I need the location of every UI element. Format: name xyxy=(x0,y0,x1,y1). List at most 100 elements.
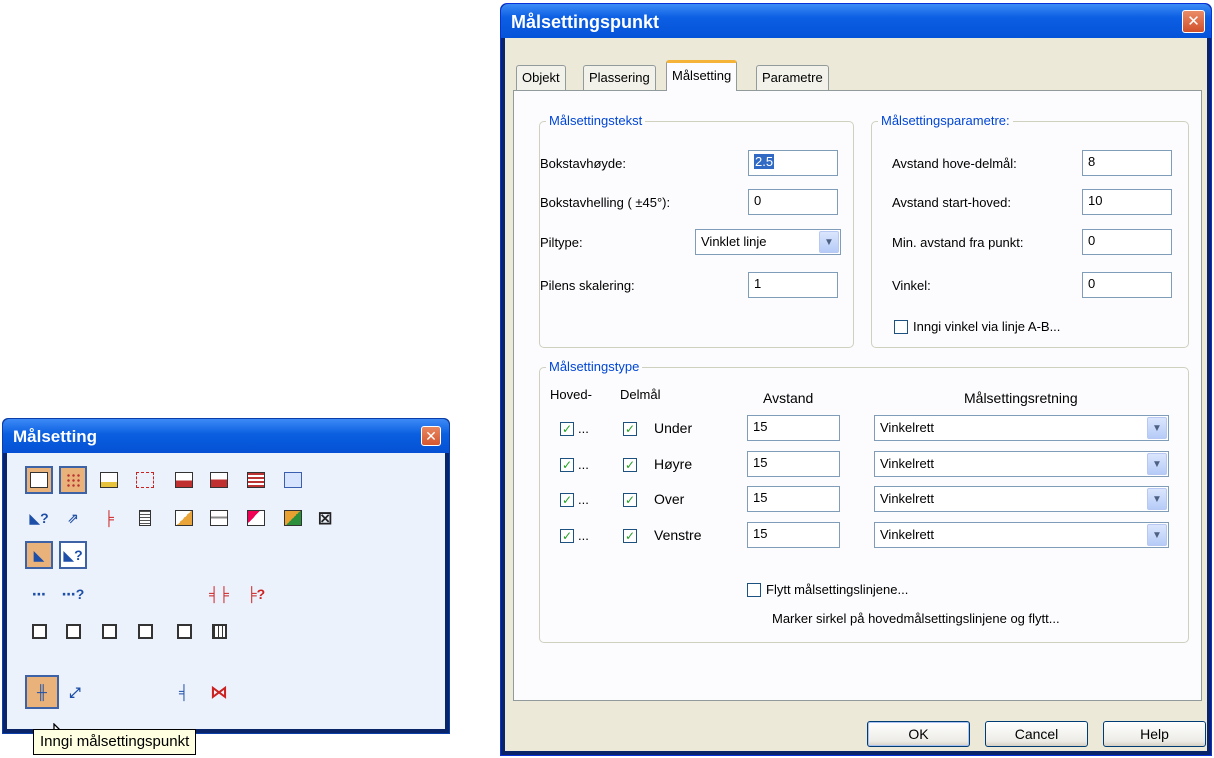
dialog-title-text: Målsettingspunkt xyxy=(511,12,660,32)
dimension-point-dialog: Målsettingspunkt ✕ Objekt Plassering Mål… xyxy=(500,3,1212,756)
main-left-checkbox[interactable]: ✓ xyxy=(560,529,574,543)
distance-right-input[interactable]: 15 xyxy=(747,451,840,477)
main-sub-distance-input[interactable]: 8 xyxy=(1082,150,1172,176)
min-distance-label: Min. avstand fra punkt: xyxy=(892,235,1024,250)
start-main-distance-input[interactable]: 10 xyxy=(1082,189,1172,215)
chevron-down-icon[interactable]: ▼ xyxy=(1147,524,1167,546)
dialog-close-button[interactable]: ✕ xyxy=(1182,10,1205,33)
side-left-label: Venstre xyxy=(654,527,702,543)
ok-button[interactable]: OK xyxy=(867,721,970,747)
dimension-list-icon[interactable] xyxy=(131,504,159,532)
tab-objekt[interactable]: Objekt xyxy=(516,65,566,90)
main-under-checkbox[interactable]: ✓ xyxy=(560,422,574,436)
direction-over-select[interactable]: Vinkelrett ▼ xyxy=(874,486,1169,512)
dimension-dashed-icon[interactable] xyxy=(131,466,159,494)
min-distance-input[interactable]: 0 xyxy=(1082,229,1172,255)
tab-malsetting[interactable]: Målsetting xyxy=(666,60,738,91)
main-left-ellipsis: ... xyxy=(578,528,589,543)
move-lines-checkbox[interactable] xyxy=(747,583,761,597)
dimension-red-bar-2-icon[interactable] xyxy=(205,466,233,494)
dimension-measure-icon[interactable]: ╡ xyxy=(170,678,198,706)
chevron-down-icon[interactable]: ▼ xyxy=(1147,453,1167,475)
chevron-down-icon[interactable]: ▼ xyxy=(1147,488,1167,510)
dimension-label-icon[interactable] xyxy=(205,504,233,532)
dimension-point-input-icon[interactable]: ╫ xyxy=(25,675,59,709)
dialog-body: Objekt Plassering Målsetting Parametre M… xyxy=(505,38,1207,751)
dimension-edit-icon[interactable] xyxy=(95,466,123,494)
dimension-box-2-icon[interactable] xyxy=(59,617,87,645)
toolbar-body: ◣? ⇗ ╞ ⊠ ◣ ◣? ⋯ ⋯? ╡╞ ╞? ╫ ⤢ ╡ ⋈ xyxy=(7,453,445,751)
main-over-checkbox[interactable]: ✓ xyxy=(560,493,574,507)
direction-under-value: Vinkelrett xyxy=(880,420,934,435)
side-under-label: Under xyxy=(654,420,693,436)
dimension-box-4-icon[interactable] xyxy=(131,617,159,645)
toolbar-title: Målsetting xyxy=(3,419,449,453)
dimension-delete-icon[interactable]: ⊠ xyxy=(311,504,339,532)
dimension-point-icon[interactable]: ⋯ xyxy=(25,580,53,608)
arrow-scale-input[interactable]: 1 xyxy=(748,272,838,298)
angle-input[interactable]: 0 xyxy=(1082,272,1172,298)
main-right-ellipsis: ... xyxy=(578,457,589,472)
dimension-diagonal-icon[interactable]: ⤢ xyxy=(61,678,89,706)
dimension-query-2-icon[interactable]: ◣? xyxy=(59,541,87,569)
dimension-cross-icon[interactable]: ⋈ xyxy=(205,678,233,706)
tab-parametre[interactable]: Parametre xyxy=(756,65,829,90)
dimension-grid-icon[interactable] xyxy=(59,466,87,494)
dimension-object-icon[interactable] xyxy=(25,466,53,494)
sub-left-checkbox[interactable]: ✓ xyxy=(623,529,637,543)
help-button[interactable]: Help xyxy=(1103,721,1206,747)
cancel-button[interactable]: Cancel xyxy=(985,721,1088,747)
sub-over-checkbox[interactable]: ✓ xyxy=(623,493,637,507)
dimension-box-1-icon[interactable] xyxy=(25,617,53,645)
arrow-type-label: Piltype: xyxy=(540,235,583,250)
letter-slant-input[interactable]: 0 xyxy=(748,189,838,215)
direction-left-select[interactable]: Vinkelrett ▼ xyxy=(874,522,1169,548)
arrow-type-select[interactable]: Vinklet linje ▼ xyxy=(695,229,841,255)
direction-under-select[interactable]: Vinkelrett ▼ xyxy=(874,415,1169,441)
dimension-box-5-icon[interactable] xyxy=(170,617,198,645)
dimension-window-icon[interactable] xyxy=(279,466,307,494)
side-right-label: Høyre xyxy=(654,456,693,472)
distance-over-input[interactable]: 15 xyxy=(747,486,840,512)
dimension-box-6-icon[interactable] xyxy=(205,617,233,645)
dimension-move-icon[interactable] xyxy=(242,504,270,532)
angle-via-line-checkbox[interactable] xyxy=(894,320,908,334)
chevron-down-icon[interactable]: ▼ xyxy=(1147,417,1167,439)
dimension-red-bar-icon[interactable] xyxy=(170,466,198,494)
distance-left-input[interactable]: 15 xyxy=(747,522,840,548)
dimension-color-icon[interactable] xyxy=(279,504,307,532)
toolbar-close-button[interactable]: ✕ xyxy=(421,426,441,446)
side-over-label: Over xyxy=(654,491,685,507)
dimension-arrow-icon[interactable]: ⇗ xyxy=(59,504,87,532)
distance-under-input[interactable]: 15 xyxy=(747,415,840,441)
letter-slant-label: Bokstavhelling ( ±45°): xyxy=(540,195,671,210)
dimension-split-icon[interactable]: ╡╞ xyxy=(205,580,233,608)
main-sub-distance-label: Avstand hove-delmål: xyxy=(892,156,1017,171)
chevron-down-icon[interactable]: ▼ xyxy=(819,231,839,253)
letter-height-input[interactable]: 2.5 xyxy=(748,150,838,176)
tab-panel: Målsettingstekst Bokstavhøyde: 2.5 Bokst… xyxy=(513,90,1202,701)
dimension-table-icon[interactable] xyxy=(242,466,270,494)
dimension-edit-text-icon[interactable] xyxy=(170,504,198,532)
letter-height-label: Bokstavhøyde: xyxy=(540,156,626,171)
main-under-ellipsis: ... xyxy=(578,421,589,436)
sub-under-checkbox[interactable]: ✓ xyxy=(623,422,637,436)
arrow-scale-label: Pilens skalering: xyxy=(540,278,635,293)
dimension-toolbar-window: Målsetting ✕ ◣? ⇗ ╞ ⊠ ◣ ◣? ⋯ ⋯? ╡╞ ╞? ╫ … xyxy=(2,418,450,751)
toolbar-title-text: Målsetting xyxy=(13,427,98,446)
dimension-query-icon[interactable]: ◣? xyxy=(25,504,53,532)
text-group-legend: Målsettingstekst xyxy=(546,113,646,128)
dimension-point-query-icon[interactable]: ⋯? xyxy=(59,580,87,608)
tab-plassering[interactable]: Plassering xyxy=(583,65,656,90)
move-lines-hint: Marker sirkel på hovedmålsettingslinjene… xyxy=(772,611,1060,626)
main-right-checkbox[interactable]: ✓ xyxy=(560,458,574,472)
header-sub: Delmål xyxy=(620,387,661,402)
dimension-bracket-icon[interactable]: ╞ xyxy=(95,504,123,532)
dimension-angle-icon[interactable]: ◣ xyxy=(25,541,53,569)
tooltip: Inngi målsettingspunkt xyxy=(33,729,197,755)
dimension-box-3-icon[interactable] xyxy=(95,617,123,645)
direction-right-select[interactable]: Vinkelrett ▼ xyxy=(874,451,1169,477)
direction-left-value: Vinkelrett xyxy=(880,527,934,542)
sub-right-checkbox[interactable]: ✓ xyxy=(623,458,637,472)
dimension-split-query-icon[interactable]: ╞? xyxy=(242,580,270,608)
